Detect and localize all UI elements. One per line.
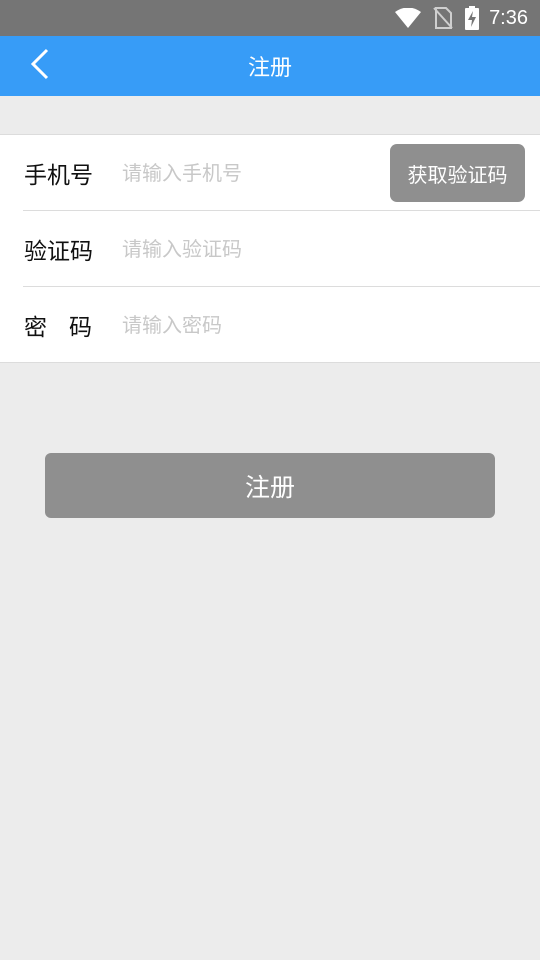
password-label: 密码 xyxy=(24,315,114,341)
register-form: 手机号 获取验证码 验证码 密码 xyxy=(0,134,540,363)
no-sim-icon xyxy=(433,7,453,29)
code-input[interactable] xyxy=(122,229,382,269)
back-button[interactable] xyxy=(20,46,60,86)
phone-input[interactable] xyxy=(122,153,382,193)
get-code-button[interactable]: 获取验证码 xyxy=(390,144,525,202)
wifi-icon xyxy=(395,8,422,28)
battery-charging-icon xyxy=(465,6,480,30)
app-bar: 注册 xyxy=(0,36,540,96)
code-label: 验证码 xyxy=(24,239,93,265)
phone-row: 手机号 获取验证码 xyxy=(0,135,540,211)
chevron-left-icon xyxy=(30,48,50,84)
status-time: 7:36 xyxy=(489,6,528,29)
register-button[interactable]: 注册 xyxy=(45,453,495,518)
password-row: 密码 xyxy=(0,287,540,363)
phone-label: 手机号 xyxy=(24,163,93,189)
code-row: 验证码 xyxy=(0,211,540,287)
page-title: 注册 xyxy=(247,56,292,81)
status-bar: 7:36 xyxy=(0,0,540,36)
password-input[interactable] xyxy=(122,305,382,345)
